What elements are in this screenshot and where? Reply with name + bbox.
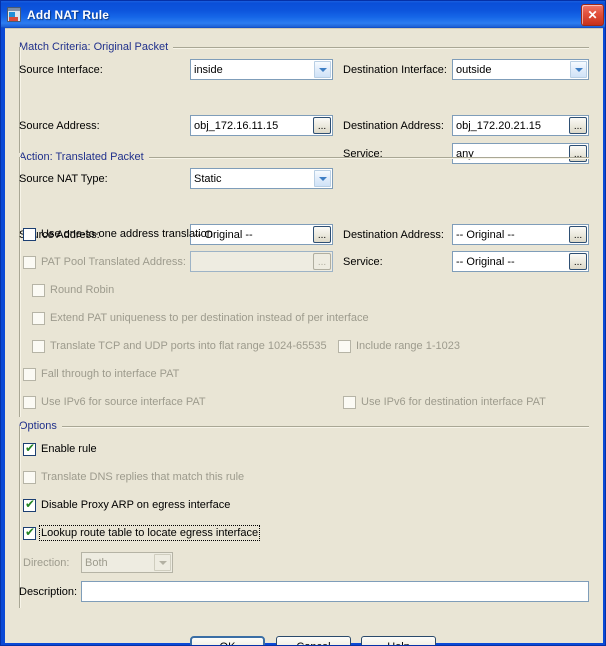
match-criteria-group-label: Match Criteria: Original Packet <box>19 41 169 53</box>
title-bar: Add NAT Rule ✕ <box>1 1 605 28</box>
include-range-checkbox: Include range 1-1023 <box>338 339 460 353</box>
checkbox-icon <box>338 339 351 353</box>
direction-value: Both <box>85 556 108 569</box>
checkbox-checked-icon: ✔ <box>23 496 36 512</box>
group-divider-line <box>61 425 589 427</box>
source-nat-type-combo[interactable]: Static <box>190 168 333 189</box>
checkbox-icon <box>32 339 45 353</box>
nat-rule-icon <box>6 6 22 23</box>
help-button[interactable]: Help <box>361 636 436 645</box>
destination-interface-label: Destination Interface: <box>343 64 447 76</box>
fall-through-pat-checkbox: Fall through to interface PAT <box>23 367 179 381</box>
lookup-route-table-label: Lookup route table to locate egress inte… <box>38 525 261 541</box>
source-nat-type-value: Static <box>194 172 222 185</box>
destination-address-browse-button[interactable]: ... <box>569 117 587 134</box>
enable-rule-label: Enable rule <box>41 443 97 455</box>
source-address-input[interactable]: obj_172.16.11.15 <box>190 115 333 136</box>
group-divider-line <box>173 46 589 48</box>
enable-rule-checkbox[interactable]: ✔ Enable rule <box>23 440 97 456</box>
translated-destination-address-label: Destination Address: <box>343 229 444 241</box>
chevron-down-icon <box>154 554 171 571</box>
chevron-down-icon[interactable] <box>314 170 331 187</box>
description-label: Description: <box>19 586 78 598</box>
checkbox-icon <box>32 283 45 297</box>
add-nat-rule-dialog: Add NAT Rule ✕ Match Criteria: Original … <box>0 0 606 646</box>
disable-proxy-arp-checkbox[interactable]: ✔ Disable Proxy ARP on egress interface <box>23 496 231 512</box>
dialog-client-area: Match Criteria: Original Packet Source I… <box>5 28 603 645</box>
action-group-header: Action: Translated Packet <box>19 150 589 164</box>
checkbox-icon <box>23 367 36 381</box>
source-address-browse-button[interactable]: ... <box>313 117 331 134</box>
fall-through-pat-label: Fall through to interface PAT <box>41 368 180 380</box>
cancel-button[interactable]: Cancel <box>276 636 351 645</box>
chevron-down-icon[interactable] <box>570 61 587 78</box>
chevron-down-icon[interactable] <box>314 61 331 78</box>
use-one-to-one-translation-checkbox[interactable]: Use one-to-one address translation <box>23 227 213 241</box>
options-group-header: Options <box>19 419 589 433</box>
pat-pool-translated-address-label: PAT Pool Translated Address: <box>41 256 186 268</box>
match-criteria-group-header: Match Criteria: Original Packet <box>19 40 589 54</box>
window-title: Add NAT Rule <box>27 7 110 22</box>
source-nat-type-label: Source NAT Type: <box>19 173 108 185</box>
action-group-label: Action: Translated Packet <box>19 151 144 163</box>
checkbox-icon <box>23 470 36 484</box>
checkbox-icon <box>23 255 36 269</box>
pat-service-value: -- Original -- <box>456 255 515 268</box>
disable-proxy-arp-label: Disable Proxy ARP on egress interface <box>41 499 231 511</box>
source-address-label: Source Address: <box>19 120 100 132</box>
group-divider-line <box>148 156 589 158</box>
options-group-rail <box>19 426 20 608</box>
pat-pool-browse-button: ... <box>313 253 331 270</box>
ipv6-destination-pat-checkbox: Use IPv6 for destination interface PAT <box>343 395 546 409</box>
pat-pool-translated-address-input <box>190 251 333 272</box>
checkbox-checked-icon: ✔ <box>23 524 36 540</box>
translate-dns-label: Translate DNS replies that match this ru… <box>41 471 245 483</box>
match-criteria-group-rail <box>19 47 20 153</box>
round-robin-checkbox: Round Robin <box>32 283 114 297</box>
round-robin-label: Round Robin <box>50 284 115 296</box>
ok-button[interactable]: OK <box>190 636 265 645</box>
options-group-label: Options <box>19 420 57 432</box>
ipv6-source-pat-label: Use IPv6 for source interface PAT <box>41 396 206 408</box>
lookup-route-table-checkbox[interactable]: ✔ Lookup route table to locate egress in… <box>23 524 261 541</box>
extend-pat-uniqueness-checkbox: Extend PAT uniqueness to per destination… <box>32 311 369 325</box>
description-input[interactable] <box>81 581 589 602</box>
destination-address-label: Destination Address: <box>343 120 444 132</box>
source-interface-label: Source Interface: <box>19 64 103 76</box>
action-group-rail <box>19 157 20 417</box>
extend-pat-uniqueness-label: Extend PAT uniqueness to per destination… <box>50 312 369 324</box>
pat-service-browse-button[interactable]: ... <box>569 253 587 270</box>
flat-range-checkbox: Translate TCP and UDP ports into flat ra… <box>32 339 327 353</box>
pat-pool-translated-address-checkbox: PAT Pool Translated Address: <box>23 255 186 269</box>
checkbox-icon <box>32 311 45 325</box>
source-interface-value: inside <box>194 63 223 76</box>
translated-destination-address-value: -- Original -- <box>456 228 515 241</box>
flat-range-label: Translate TCP and UDP ports into flat ra… <box>50 340 327 352</box>
destination-interface-combo[interactable]: outside <box>452 59 589 80</box>
include-range-label: Include range 1-1023 <box>356 340 460 352</box>
source-interface-combo[interactable]: inside <box>190 59 333 80</box>
destination-address-value: obj_172.20.21.15 <box>456 119 542 132</box>
ipv6-destination-pat-label: Use IPv6 for destination interface PAT <box>361 396 546 408</box>
destination-interface-value: outside <box>456 63 492 76</box>
close-icon[interactable]: ✕ <box>581 4 604 26</box>
source-address-value: obj_172.16.11.15 <box>194 119 279 132</box>
direction-label: Direction: <box>23 557 70 569</box>
checkbox-checked-icon: ✔ <box>23 440 36 456</box>
checkbox-icon <box>343 395 356 409</box>
translated-source-address-browse-button[interactable]: ... <box>313 226 331 243</box>
translated-destination-address-browse-button[interactable]: ... <box>569 226 587 243</box>
checkbox-icon <box>23 227 36 241</box>
use-one-to-one-translation-label: Use one-to-one address translation <box>41 228 213 240</box>
direction-combo: Both <box>81 552 173 573</box>
pat-service-label: Service: <box>343 256 383 268</box>
ipv6-source-pat-checkbox: Use IPv6 for source interface PAT <box>23 395 206 409</box>
checkbox-icon <box>23 395 36 409</box>
translate-dns-checkbox: Translate DNS replies that match this ru… <box>23 470 244 484</box>
